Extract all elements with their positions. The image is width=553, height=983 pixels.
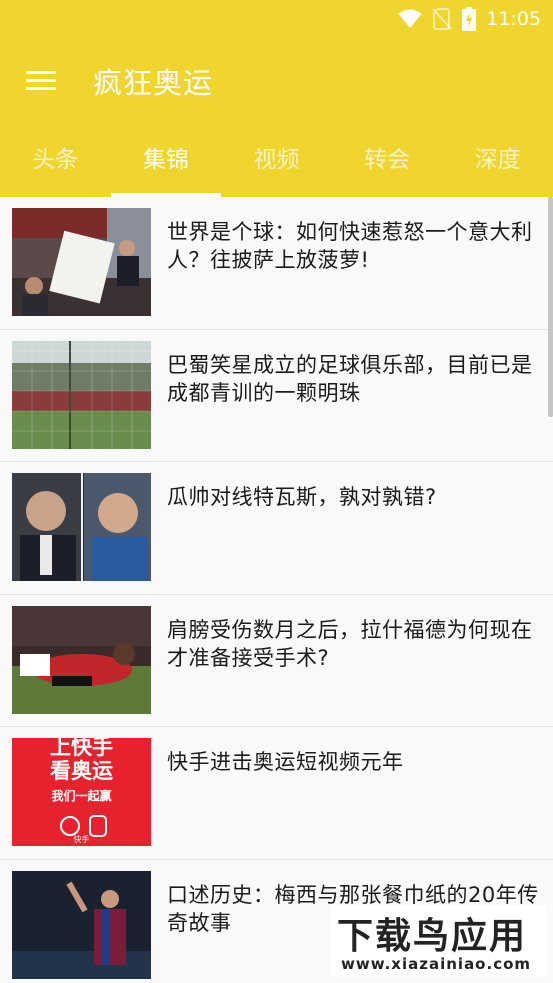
news-feed[interactable]: 世界是个球：如何快速惹怒一个意大利人？往披萨上放菠萝! 巴蜀笑星成立的足球俱乐部…: [0, 197, 553, 983]
tab-headlines[interactable]: 头条: [0, 124, 111, 197]
scrollbar[interactable]: [548, 197, 553, 417]
thumb-text-1: 上快手: [50, 738, 113, 759]
toolbar: 疯狂奥运: [0, 38, 553, 124]
app-bar: 11:05 疯狂奥运 头条 集锦 视频 转会 深度: [0, 0, 553, 197]
article-title: 瓜帅对线特瓦斯，孰对孰错?: [167, 485, 437, 509]
status-icons: 11:05: [398, 6, 541, 32]
article-title: 快手进击奥运短视频元年: [167, 750, 404, 774]
watermark-url: www.xiazainiao.com: [341, 955, 532, 973]
status-time: 11:05: [486, 8, 541, 30]
status-bar: 11:05: [0, 0, 553, 38]
article-thumbnail: 上快手 看奥运 我们一起赢 快手: [12, 738, 151, 846]
app-title: 疯狂奥运: [93, 66, 214, 100]
article-thumbnail: [12, 340, 151, 449]
list-item[interactable]: 上快手 看奥运 我们一起赢 快手 快手进击奥运短视频元年: [0, 727, 553, 860]
tab-transfers[interactable]: 转会: [332, 124, 443, 197]
battery-charging-icon: [462, 7, 477, 31]
wifi-icon: [398, 9, 422, 28]
no-sim-icon: [432, 8, 452, 30]
article-thumbnail: [12, 605, 151, 714]
tab-highlights[interactable]: 集锦: [110, 124, 222, 197]
article-title: 世界是个球：如何快速惹怒一个意大利人？往披萨上放菠萝!: [167, 220, 533, 272]
article-title: 巴蜀笑星成立的足球俱乐部，目前已是成都青训的一颗明珠: [167, 352, 533, 405]
menu-icon[interactable]: [26, 66, 60, 96]
article-thumbnail: [12, 473, 151, 581]
list-item[interactable]: 世界是个球：如何快速惹怒一个意大利人？往披萨上放菠萝!: [0, 197, 553, 330]
list-item[interactable]: 肩膀受伤数月之后，拉什福德为何现在才准备接受手术?: [0, 594, 553, 727]
article-thumbnail: [12, 208, 151, 316]
watermark-logo-text: 下载鸟应用: [337, 916, 528, 957]
article-thumbnail: [12, 870, 151, 979]
tab-in-depth[interactable]: 深度: [442, 124, 553, 197]
app-root: 11:05 疯狂奥运 头条 集锦 视频 转会 深度 世界是个球：如何快速惹怒一个…: [0, 0, 553, 983]
thumb-text-2: 看奥运: [50, 759, 113, 783]
watermark: 下载鸟应用 www.xiazainiao.com: [331, 905, 547, 977]
thumb-text-4: 快手: [73, 835, 90, 844]
thumb-text-3: 我们一起赢: [51, 789, 112, 803]
tab-videos[interactable]: 视频: [221, 124, 332, 197]
list-item[interactable]: 瓜帅对线特瓦斯，孰对孰错?: [0, 462, 553, 595]
article-title: 肩膀受伤数月之后，拉什福德为何现在才准备接受手术?: [167, 617, 533, 670]
category-tabs: 头条 集锦 视频 转会 深度: [0, 124, 553, 197]
list-item[interactable]: 巴蜀笑星成立的足球俱乐部，目前已是成都青训的一颗明珠: [0, 329, 553, 462]
